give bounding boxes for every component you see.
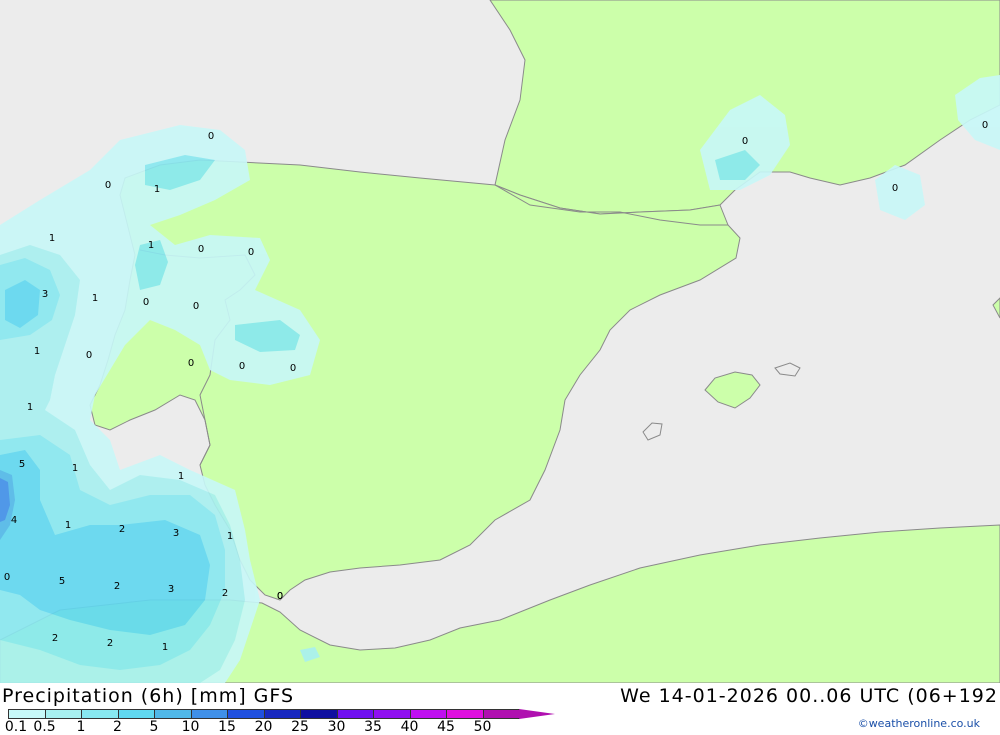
point-value: 1: [178, 471, 184, 482]
point-value: 2: [114, 581, 120, 592]
point-value: 0: [198, 244, 204, 255]
point-value: 4: [11, 515, 17, 526]
point-value: 1: [227, 531, 233, 542]
point-value: 1: [92, 293, 98, 304]
point-value: 2: [52, 633, 58, 644]
legend-tick-label: 0.5: [33, 719, 56, 735]
legend-swatch: [373, 709, 411, 719]
legend-tick-label: 0.1: [4, 719, 28, 735]
point-value: 2: [222, 588, 228, 599]
point-value: 0: [982, 120, 988, 131]
legend-tick-label: 30: [327, 719, 346, 735]
legend-tick-label: 45: [437, 719, 455, 735]
point-value: 0: [208, 131, 214, 142]
legend-tick-label: 50: [473, 719, 492, 735]
point-value: 5: [19, 459, 25, 470]
point-value: 2: [119, 524, 125, 535]
legend-tick-label: 10: [181, 719, 200, 735]
point-value: 0: [892, 183, 898, 194]
point-value: 0: [105, 180, 111, 191]
legend-swatch: [81, 709, 119, 719]
legend-tick-label: 1: [76, 719, 86, 735]
legend-tick-label: 5: [149, 719, 159, 735]
point-value: 1: [65, 520, 71, 531]
point-value: 1: [27, 402, 33, 413]
legend-swatch: [263, 709, 301, 719]
legend-swatch: [44, 709, 82, 719]
legend-swatch: [154, 709, 192, 719]
point-value: 0: [86, 350, 92, 361]
legend-swatch: [409, 709, 447, 719]
legend-swatch: [300, 709, 338, 719]
legend-labels: 0.1 0.5 1 2 5 10 15 20 25 30 35 40 45 50: [0, 720, 520, 734]
point-value: 3: [173, 528, 179, 539]
legend-swatch: [482, 709, 520, 719]
legend-swatch: [227, 709, 265, 719]
legend-swatch: [117, 709, 155, 719]
legend-tick-label: 15: [218, 719, 236, 735]
point-value: 0: [290, 363, 296, 374]
legend-swatch: [8, 709, 46, 719]
point-value: 0: [742, 136, 748, 147]
point-value: 0: [4, 572, 10, 583]
map-title: Precipitation (6h) [mm] GFS: [2, 685, 295, 707]
point-value: 2: [107, 638, 113, 649]
credit-text: ©weatheronline.co.uk: [857, 717, 980, 730]
point-value: 0: [277, 591, 283, 602]
map-footer: Precipitation (6h) [mm] GFS We 14-01-202…: [0, 683, 1000, 734]
point-value: 0: [193, 301, 199, 312]
legend-swatch: [190, 709, 228, 719]
point-value: 1: [72, 463, 78, 474]
point-value: 3: [168, 584, 174, 595]
point-value: 0: [143, 297, 149, 308]
legend-swatch: [446, 709, 484, 719]
point-value: 1: [148, 240, 154, 251]
point-value: 0: [248, 247, 254, 258]
legend-swatch: [336, 709, 374, 719]
point-value: 5: [59, 576, 65, 587]
legend-tick-label: 40: [400, 719, 419, 735]
legend-arrow-tip: [519, 709, 555, 719]
legend-tick-label: 25: [291, 719, 309, 735]
legend-tick-label: 20: [254, 719, 273, 735]
point-value: 0: [239, 361, 245, 372]
legend-tick-label: 2: [113, 719, 122, 735]
precipitation-map: 0 0 1 1 1 0 0 3 1 0 0 1 0 0 0 0 1 5 1 1 …: [0, 0, 1000, 683]
point-value: 3: [42, 289, 48, 300]
point-value: 1: [34, 346, 40, 357]
point-value: 1: [162, 642, 168, 653]
run-info: We 14-01-2026 00..06 UTC (06+192: [620, 685, 998, 707]
point-value: 0: [188, 358, 194, 369]
legend-tick-label: 35: [364, 719, 382, 735]
point-value: 1: [154, 184, 160, 195]
point-value: 1: [49, 233, 55, 244]
